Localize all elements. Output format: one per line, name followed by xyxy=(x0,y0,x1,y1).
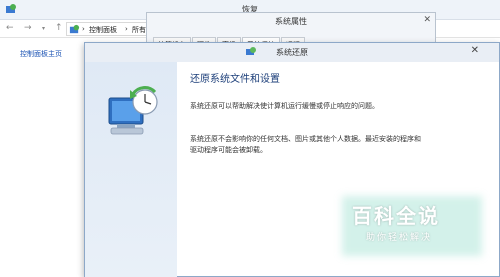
up-arrow-icon[interactable]: ↑ xyxy=(55,23,63,33)
breadcrumb-all[interactable]: 所有 xyxy=(132,25,146,35)
watermark-title: 百科全说 xyxy=(352,204,440,228)
address-input[interactable]: › 控制面板 › 所有 xyxy=(66,22,148,36)
page-title: 还原系统文件和设置 xyxy=(190,74,280,85)
system-properties-title: 系统属性 xyxy=(275,17,307,26)
control-panel-icon xyxy=(69,24,80,34)
breadcrumb-control-panel[interactable]: 控制面板 xyxy=(89,25,117,35)
note-text-line1: 系统还原不会影响你的任何文档、图片或其他个人数据。最近安装的程序和 xyxy=(190,135,421,143)
system-restore-titlebar: 系统还原 ✕ xyxy=(85,43,499,62)
control-panel-home-link[interactable]: 控制面板主页 xyxy=(20,49,62,59)
forward-arrow-icon[interactable]: → xyxy=(24,23,32,33)
system-restore-title: 系统还原 xyxy=(276,48,308,57)
breadcrumb-sep-icon: › xyxy=(125,25,128,33)
history-dropdown-icon[interactable]: ▾ xyxy=(42,25,45,32)
description-text: 系统还原可以帮助解决使计算机运行缓慢或停止响应的问题。 xyxy=(190,102,379,110)
note-text-line2: 驱动程序可能会被卸载。 xyxy=(190,146,267,154)
close-icon[interactable]: ✕ xyxy=(471,45,479,56)
back-arrow-icon[interactable]: ← xyxy=(6,23,14,33)
watermark-subtitle: 助你轻松解决 xyxy=(366,233,433,243)
system-restore-side-panel xyxy=(85,62,177,277)
system-restore-illustration-icon xyxy=(108,86,158,135)
watermark: 百科全说 助你轻松解决 xyxy=(342,196,482,256)
close-icon[interactable]: ✕ xyxy=(423,15,431,25)
breadcrumb-sep-icon: › xyxy=(82,25,85,33)
